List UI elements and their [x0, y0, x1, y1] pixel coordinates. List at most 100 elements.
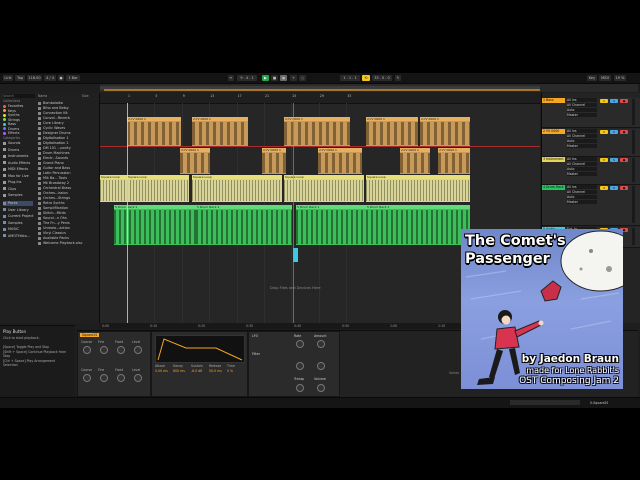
- time-signature[interactable]: 4 / 4: [44, 75, 56, 81]
- place-item[interactable]: Samples: [3, 221, 22, 226]
- metronome-icon[interactable]: ●: [58, 75, 64, 81]
- transpose-knob[interactable]: [296, 384, 304, 392]
- solo-icon[interactable]: S: [610, 158, 618, 162]
- midi-clip-yv[interactable]: 2-YV 0000 1: [400, 148, 430, 174]
- midi-clip-bass[interactable]: 2-YV 0000 1: [192, 117, 248, 146]
- arm-icon[interactable]: ●: [620, 186, 628, 190]
- osc-param-knob[interactable]: [83, 346, 91, 354]
- track-header[interactable]: 4 Drum Rack All Ins All Channel Auto Master 4…: [542, 185, 640, 226]
- beat-ruler[interactable]: 1 5 9 13 17 21 25 29 33: [100, 93, 540, 104]
- category-item[interactable]: Drums: [3, 148, 19, 153]
- stop-button[interactable]: ■: [271, 75, 278, 81]
- arrangement-overview[interactable]: [100, 84, 638, 92]
- midi-clip-drum[interactable]: 5 Drum Rack 1: [296, 205, 366, 245]
- lane-square[interactable]: Square Loop Square Loop Square Loop Square …: [100, 175, 540, 202]
- osc-param-knob[interactable]: [83, 374, 91, 382]
- browser-file-item[interactable]: Welcome Playback.alsc: [38, 241, 96, 246]
- place-item[interactable]: Packs: [3, 201, 33, 206]
- output-select[interactable]: Master: [567, 144, 597, 148]
- output-select[interactable]: Master: [567, 200, 597, 204]
- tap-button[interactable]: Tap: [15, 75, 25, 81]
- rate-knob[interactable]: [296, 340, 304, 348]
- osc-param-knob[interactable]: [117, 346, 125, 354]
- output-select[interactable]: Master: [567, 172, 597, 176]
- input-channel-select[interactable]: All Channel: [567, 190, 597, 194]
- solo-icon[interactable]: S: [610, 130, 618, 134]
- osc-param-knob[interactable]: [100, 346, 108, 354]
- category-item[interactable]: Plug-Ins: [3, 180, 21, 185]
- follow-icon[interactable]: ↔: [228, 75, 234, 81]
- input-type-select[interactable]: All Ins: [567, 157, 597, 161]
- automation-arm-icon[interactable]: ○: [299, 75, 306, 81]
- arm-icon[interactable]: ●: [620, 158, 628, 162]
- category-item[interactable]: Clips: [3, 187, 16, 192]
- track-name[interactable]: 4 Drum Rack: [542, 185, 565, 190]
- resonance-knob[interactable]: [317, 362, 325, 370]
- category-item[interactable]: Max for Live: [3, 174, 29, 179]
- osc-param-knob[interactable]: [134, 346, 142, 354]
- track-activator-button[interactable]: 2: [600, 130, 608, 134]
- monitor-select[interactable]: Auto: [567, 167, 597, 171]
- midi-clip-yv[interactable]: 2-YV 0000 1: [438, 148, 470, 174]
- osc-param-knob[interactable]: [100, 374, 108, 382]
- midi-clip-drum[interactable]: 5 Drum Rack 1: [196, 205, 292, 245]
- midi-clip-yv[interactable]: 2-YV 0000 1: [318, 148, 362, 174]
- track-header[interactable]: 1 Bass All Ins All Channel Auto Master 1 S ●: [542, 98, 640, 128]
- play-button[interactable]: ▶: [262, 75, 269, 81]
- loop-switch-icon[interactable]: ⟲: [362, 75, 370, 81]
- arm-icon[interactable]: ●: [620, 130, 628, 134]
- track-activator-button[interactable]: 1: [600, 99, 608, 103]
- track-name[interactable]: 3 Instrument: [542, 157, 565, 162]
- envelope-param-value[interactable]: -6.0 dB: [191, 369, 202, 373]
- midi-clip-square[interactable]: Square Loop: [100, 175, 127, 202]
- browser-search-input[interactable]: Search: [3, 94, 35, 98]
- input-type-select[interactable]: All Ins: [567, 98, 597, 102]
- midi-map-button[interactable]: MIDI: [599, 75, 611, 81]
- arm-icon[interactable]: ●: [620, 99, 628, 103]
- track-header[interactable]: 2 YV 0000 All Ins All Channel Auto Master 2 S ●: [542, 129, 640, 157]
- cutoff-knob[interactable]: [296, 362, 304, 370]
- volume-knob[interactable]: [317, 384, 325, 392]
- scroll-indicator[interactable]: [510, 400, 580, 405]
- browser-header-size[interactable]: Size: [82, 94, 89, 98]
- monitor-select[interactable]: Auto: [567, 139, 597, 143]
- record-button[interactable]: ●: [280, 75, 287, 81]
- track-header[interactable]: 3 Instrument All Ins All Channel Auto Master…: [542, 157, 640, 185]
- envelope-display[interactable]: [155, 335, 245, 363]
- place-item[interactable]: MUSIC: [3, 227, 19, 232]
- midi-clip-drum[interactable]: 5 Drum Rack 1: [366, 205, 470, 245]
- tempo-field[interactable]: 118.00: [27, 75, 42, 81]
- pencil-icon[interactable]: ✎: [395, 75, 401, 81]
- place-item[interactable]: AMOTHIsta...: [3, 234, 30, 239]
- midi-clip-square[interactable]: Square Loop: [366, 175, 470, 202]
- metronome-interval[interactable]: 1 Bar: [66, 75, 80, 81]
- place-item[interactable]: Current Project: [3, 214, 33, 219]
- solo-icon[interactable]: S: [610, 99, 618, 103]
- loop-length-field[interactable]: 33 . 0 . 0: [372, 75, 392, 81]
- category-item[interactable]: MIDI Effects: [3, 167, 28, 172]
- category-item[interactable]: Instruments: [3, 154, 28, 159]
- track-name[interactable]: 1 Bass: [542, 98, 565, 103]
- track-activator-button[interactable]: 3: [600, 158, 608, 162]
- input-channel-select[interactable]: All Channel: [567, 162, 597, 166]
- loop-start-field[interactable]: 1 . 1 . 1: [340, 75, 360, 81]
- overdub-icon[interactable]: +: [290, 75, 297, 81]
- lane-yv[interactable]: 2-YV 0000 1 2-YV 0000 1 2-YV 0000 1 2-YV 00…: [100, 148, 540, 174]
- midi-clip-square[interactable]: Square Loop: [284, 175, 364, 202]
- track-name[interactable]: 2 YV 0000: [542, 129, 565, 134]
- input-type-select[interactable]: All Ins: [567, 129, 597, 133]
- place-item[interactable]: User Library: [3, 208, 29, 213]
- midi-clip-yv[interactable]: 2-YV 0000 1: [262, 148, 286, 174]
- midi-clip-bass[interactable]: 2-YV 0000 1: [420, 117, 470, 146]
- output-select[interactable]: Master: [567, 113, 597, 117]
- envelope-param-value[interactable]: 600 ms: [173, 369, 185, 373]
- key-map-button[interactable]: Key: [587, 75, 597, 81]
- input-channel-select[interactable]: All Channel: [567, 134, 597, 138]
- osc-param-knob[interactable]: [134, 374, 142, 382]
- midi-clip-yv[interactable]: 2-YV 0000 1: [180, 148, 210, 174]
- amount-knob[interactable]: [317, 340, 325, 348]
- monitor-select[interactable]: Auto: [567, 195, 597, 199]
- osc-param-knob[interactable]: [117, 374, 125, 382]
- input-channel-select[interactable]: All Channel: [567, 103, 597, 107]
- envelope-param-value[interactable]: 50.0 ms: [209, 369, 222, 373]
